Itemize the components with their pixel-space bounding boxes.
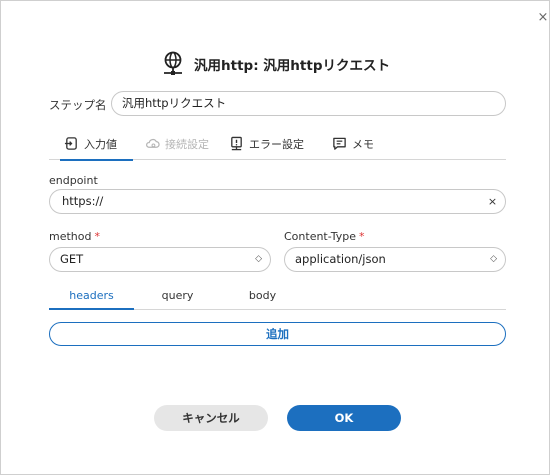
settings-tabs: 入力値 接続設定 エラー設定 メモ: [49, 127, 506, 161]
endpoint-value: https://: [62, 194, 104, 208]
clear-icon[interactable]: ×: [485, 194, 500, 209]
chevron-up-down-icon: ◇: [255, 254, 262, 264]
tab-label: 入力値: [84, 137, 117, 151]
add-button[interactable]: 追加: [49, 322, 506, 346]
dialog-header: 汎用http: 汎用httpリクエスト: [1, 49, 550, 79]
request-parts-tabs: headers query body: [49, 286, 506, 310]
cloud-icon: [146, 138, 160, 148]
method-value: GET: [60, 252, 84, 266]
tab-memo[interactable]: メモ: [332, 127, 374, 160]
content-type-label: Content-Type *: [284, 230, 364, 243]
tab-label: エラー設定: [249, 137, 304, 151]
required-mark: *: [358, 230, 365, 243]
method-select[interactable]: GET ◇: [49, 247, 271, 272]
content-type-label-text: Content-Type: [284, 230, 356, 243]
tab-connection-settings[interactable]: 接続設定: [145, 127, 209, 160]
dialog-title: 汎用http: 汎用httpリクエスト: [194, 58, 390, 74]
memo-icon: [333, 137, 346, 150]
tab-input-values[interactable]: 入力値: [60, 127, 133, 161]
close-icon[interactable]: ×: [536, 11, 550, 25]
subtab-query[interactable]: query: [135, 286, 220, 310]
chevron-up-down-icon: ◇: [490, 254, 497, 264]
cancel-button[interactable]: キャンセル: [154, 405, 268, 431]
tab-label: 接続設定: [165, 137, 209, 151]
input-icon: [64, 137, 77, 150]
tab-error-settings[interactable]: エラー設定: [229, 127, 304, 160]
tab-label: メモ: [352, 137, 374, 151]
endpoint-input[interactable]: https:// ×: [49, 189, 506, 214]
method-label-text: method: [49, 230, 92, 243]
endpoint-label: endpoint: [49, 174, 98, 187]
step-name-input[interactable]: 汎用httpリクエスト: [111, 91, 506, 116]
step-name-label: ステップ名: [49, 98, 107, 112]
method-label: method *: [49, 230, 100, 243]
http-request-dialog: × 汎用http: 汎用httpリクエスト ステップ名 汎用httpリクエスト …: [0, 0, 550, 475]
subtab-body[interactable]: body: [220, 286, 305, 310]
warning-monitor-icon: [231, 136, 242, 151]
content-type-select[interactable]: application/json ◇: [284, 247, 506, 272]
globe-network-icon: [164, 51, 183, 75]
ok-button[interactable]: OK: [287, 405, 401, 431]
subtab-headers[interactable]: headers: [49, 286, 134, 310]
required-mark: *: [94, 230, 100, 243]
content-type-value: application/json: [295, 252, 386, 266]
